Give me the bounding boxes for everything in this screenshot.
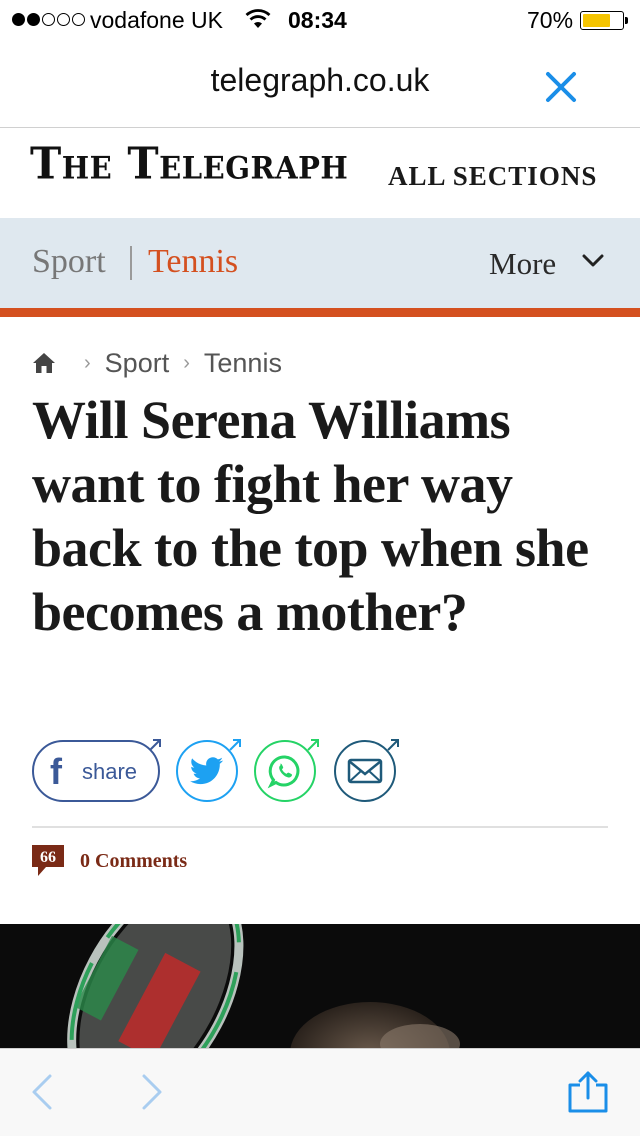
- wifi-icon: [245, 9, 271, 28]
- tennis-racket-photo: [0, 924, 640, 1048]
- battery-level: [583, 14, 610, 27]
- telegraph-logo[interactable]: The Telegraph: [30, 138, 348, 189]
- twitter-icon: [190, 757, 224, 785]
- battery-percentage: 70%: [527, 7, 574, 33]
- nav-sport-link[interactable]: Sport: [32, 243, 106, 281]
- article-hero-image: [0, 924, 640, 1048]
- back-chevron-icon[interactable]: [28, 1073, 54, 1111]
- breadcrumb-tennis[interactable]: Tennis: [204, 348, 282, 379]
- comments-link[interactable]: 66 0 Comments: [32, 845, 187, 877]
- section-divider: [32, 826, 608, 828]
- home-icon[interactable]: [32, 351, 56, 375]
- clock: 08:34: [288, 7, 347, 33]
- breadcrumb-separator: ›: [84, 351, 91, 374]
- facebook-share-button[interactable]: f share: [32, 740, 160, 802]
- status-bar: vodafone UK 08:34 70%: [0, 0, 640, 40]
- nav-tennis-link[interactable]: Tennis: [148, 243, 238, 281]
- breadcrumb: › Sport › Tennis: [32, 345, 282, 381]
- battery-tip: [625, 17, 628, 24]
- article-headline: Will Serena Williams want to fight her w…: [32, 390, 589, 642]
- share-label: share: [82, 759, 138, 784]
- chevron-down-icon[interactable]: [582, 254, 604, 268]
- external-arrow-icon: [229, 739, 241, 751]
- masthead: The Telegraph ALL SECTIONS: [0, 129, 640, 219]
- comments-count[interactable]: 0 Comments: [80, 850, 187, 873]
- speech-bubble-icon: 66: [32, 845, 64, 876]
- nav-more-button[interactable]: More: [489, 246, 556, 282]
- browser-toolbar: [0, 1048, 640, 1136]
- forward-chevron-icon[interactable]: [140, 1073, 166, 1111]
- section-nav: Sport Tennis More: [0, 218, 640, 308]
- section-accent-rule: [0, 308, 640, 317]
- all-sections-button[interactable]: ALL SECTIONS: [388, 161, 597, 192]
- address-bar: telegraph.co.uk: [0, 40, 640, 128]
- carrier-name: vodafone UK: [90, 7, 223, 33]
- email-icon: [347, 758, 383, 784]
- external-arrow-icon: [387, 739, 399, 751]
- svg-text:66: 66: [40, 849, 56, 866]
- whatsapp-icon: [267, 755, 300, 789]
- nav-divider: [130, 246, 132, 280]
- external-arrow-icon: [149, 739, 161, 751]
- close-icon[interactable]: [540, 66, 582, 108]
- signal-strength-icon: [12, 13, 85, 26]
- facebook-icon: f: [50, 751, 62, 792]
- breadcrumb-separator: ›: [183, 351, 190, 374]
- battery-icon: [580, 11, 624, 30]
- external-arrow-icon: [307, 739, 319, 751]
- breadcrumb-sport[interactable]: Sport: [105, 348, 170, 379]
- share-icon[interactable]: [566, 1071, 610, 1113]
